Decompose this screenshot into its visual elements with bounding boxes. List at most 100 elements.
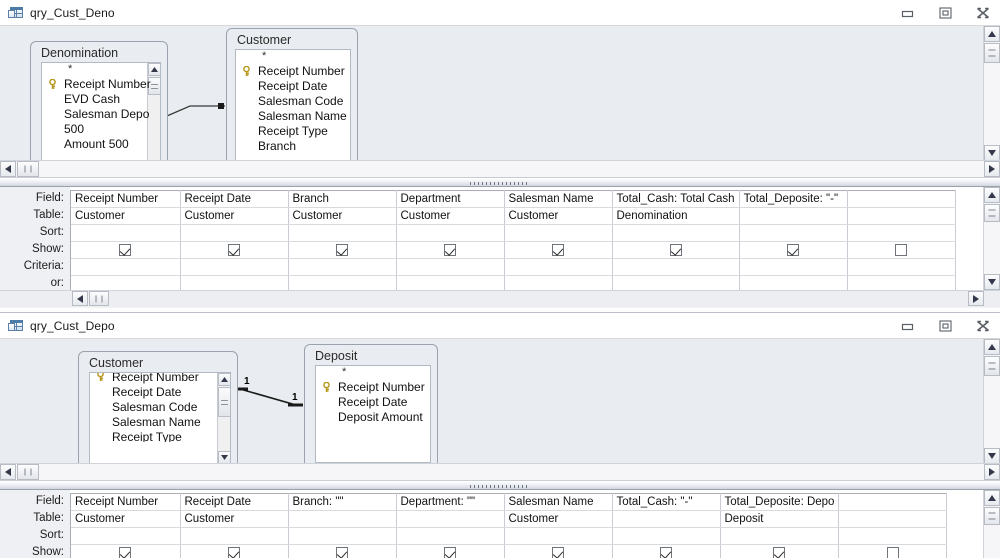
qbe-cell-show-8[interactable] (838, 544, 948, 558)
field-list[interactable]: * Receipt Number Receipt Date Deposit Am… (315, 365, 431, 463)
field-row-salesman-code[interactable]: Salesman Code (90, 400, 230, 415)
diagram-horizontal-scrollbar[interactable] (0, 160, 1000, 177)
qbe-columns-viewport[interactable]: Receipt Number Receipt Date Branch: "" Depa… (70, 493, 983, 558)
pane-splitter[interactable] (0, 481, 1000, 490)
qbe-table[interactable]: Receipt Number Receipt Date Branch: "" Depa… (71, 493, 948, 558)
qbe-cell-show-5[interactable] (504, 241, 613, 259)
scroll-right-arrow[interactable] (984, 464, 1000, 480)
scroll-down-arrow[interactable] (984, 274, 1000, 290)
qbe-cell-show-7[interactable] (739, 241, 848, 259)
show-checkbox[interactable] (669, 243, 682, 256)
restore-button[interactable] (934, 3, 956, 23)
qbe-cell-field-3[interactable]: Branch (288, 190, 397, 208)
show-checkbox[interactable] (895, 243, 908, 256)
field-row-receipt-date[interactable]: Receipt Date (90, 385, 230, 400)
qbe-cell-sort-7[interactable] (720, 527, 840, 545)
qbe-cell-table-4[interactable]: Customer (396, 207, 505, 225)
field-row-asterisk[interactable]: * (316, 366, 430, 380)
qbe-cell-field-8[interactable] (838, 493, 948, 511)
qbe-cell-field-1[interactable]: Receipt Number (71, 190, 181, 208)
field-row-salesman-depo[interactable]: Salesman Depo (42, 107, 160, 122)
field-row-receipt-number[interactable]: Receipt Number (316, 380, 430, 395)
show-checkbox[interactable] (886, 546, 899, 558)
restore-button[interactable] (934, 316, 956, 336)
show-checkbox[interactable] (552, 546, 564, 558)
qbe-cell-table-3[interactable]: Customer (288, 207, 397, 225)
qbe-cell-sort-2[interactable] (180, 527, 289, 545)
scroll-thumb[interactable] (89, 291, 109, 306)
qbe-cell-table-1[interactable]: Customer (71, 510, 181, 528)
qbe-cell-criteria-7[interactable] (739, 258, 848, 276)
qbe-cell-show-4[interactable] (396, 544, 505, 558)
diagram-horizontal-scrollbar[interactable] (0, 463, 1000, 480)
table-box-deposit[interactable]: Deposit * Receipt Number Receipt Date De… (304, 344, 438, 474)
qbe-cell-sort-3[interactable] (288, 224, 397, 242)
scroll-thumb[interactable] (984, 356, 1000, 376)
qbe-horizontal-scrollbar[interactable] (0, 290, 1000, 307)
qbe-cell-table-4[interactable] (396, 510, 505, 528)
field-row-deposit-amount[interactable]: Deposit Amount (316, 410, 430, 425)
qbe-cell-field-2[interactable]: Receipt Date (180, 190, 289, 208)
field-row-salesman-code[interactable]: Salesman Code (236, 94, 350, 109)
qbe-cell-field-6[interactable]: Total_Cash: Total Cash (612, 190, 740, 208)
qbe-cell-or-5[interactable] (504, 275, 613, 290)
show-checkbox[interactable] (336, 546, 348, 558)
field-list[interactable]: * Receipt Number EVD Cash Salesman Depo … (41, 62, 161, 174)
table-box-denomination[interactable]: Denomination * Receipt Number EVD Cash S… (30, 41, 168, 177)
qbe-cell-sort-4[interactable] (396, 527, 505, 545)
field-row-receipt-date[interactable]: Receipt Date (236, 79, 350, 94)
qbe-cell-criteria-8[interactable] (847, 258, 956, 276)
qbe-cell-table-8[interactable] (847, 207, 956, 225)
scroll-right-arrow[interactable] (968, 291, 984, 306)
field-row-receipt-type[interactable]: Receipt Type (90, 430, 230, 442)
qbe-cell-table-2[interactable]: Customer (180, 207, 289, 225)
field-row-receipt-date[interactable]: Receipt Date (316, 395, 430, 410)
qbe-cell-sort-2[interactable] (180, 224, 289, 242)
qbe-cell-or-1[interactable] (71, 275, 181, 290)
qbe-cell-show-2[interactable] (180, 544, 289, 558)
show-checkbox[interactable] (444, 546, 456, 558)
scroll-left-arrow[interactable] (72, 291, 88, 306)
table-box-customer[interactable]: Customer Receipt Number Receipt Date Sal… (78, 351, 238, 476)
qbe-cell-or-8[interactable] (847, 275, 956, 290)
qbe-cell-sort-6[interactable] (612, 527, 721, 545)
qbe-cell-show-6[interactable] (612, 544, 721, 558)
show-checkbox[interactable] (119, 546, 132, 558)
field-list[interactable]: * Receipt Number Receipt Date Salesman C… (235, 49, 351, 175)
scroll-up-arrow[interactable] (984, 26, 1000, 42)
show-checkbox[interactable] (336, 243, 348, 256)
field-row-salesman-name[interactable]: Salesman Name (236, 109, 350, 124)
qbe-cell-criteria-5[interactable] (504, 258, 613, 276)
show-checkbox[interactable] (228, 546, 240, 558)
diagram-pane[interactable]: 1 1 Customer Receipt Number Receipt Date… (0, 339, 1000, 481)
qbe-cell-sort-4[interactable] (396, 224, 505, 242)
qbe-cell-table-1[interactable]: Customer (71, 207, 181, 225)
scroll-thumb[interactable] (17, 464, 39, 480)
field-row-receipt-number[interactable]: Receipt Number (236, 64, 350, 79)
scroll-up-arrow[interactable] (984, 490, 1000, 506)
qbe-cell-table-8[interactable] (838, 510, 948, 528)
qbe-cell-sort-3[interactable] (288, 527, 397, 545)
qbe-cell-sort-6[interactable] (612, 224, 740, 242)
scroll-down-arrow[interactable] (984, 448, 1000, 464)
scroll-thumb[interactable] (984, 204, 1000, 222)
qbe-cell-show-3[interactable] (288, 241, 397, 259)
field-row-500[interactable]: 500 (42, 122, 160, 137)
qbe-cell-table-5[interactable]: Customer (504, 510, 613, 528)
qbe-cell-table-3[interactable] (288, 510, 397, 528)
qbe-cell-table-5[interactable]: Customer (504, 207, 613, 225)
qbe-cell-sort-1[interactable] (71, 224, 181, 242)
qbe-cell-field-5[interactable]: Salesman Name (504, 190, 613, 208)
scroll-down-arrow[interactable] (984, 145, 1000, 161)
qbe-cell-or-4[interactable] (396, 275, 505, 290)
qbe-cell-criteria-3[interactable] (288, 258, 397, 276)
minimize-button[interactable] (896, 316, 918, 336)
qbe-cell-show-3[interactable] (288, 544, 397, 558)
qbe-cell-field-4[interactable]: Department: "" (396, 493, 505, 511)
field-row-receipt-type[interactable]: Receipt Type (236, 124, 350, 139)
qbe-cell-show-6[interactable] (612, 241, 740, 259)
qbe-cell-field-8[interactable] (847, 190, 956, 208)
field-row-branch[interactable]: Branch (236, 139, 350, 154)
qbe-cell-show-7[interactable] (720, 544, 840, 558)
scroll-up-arrow[interactable] (984, 187, 1000, 203)
